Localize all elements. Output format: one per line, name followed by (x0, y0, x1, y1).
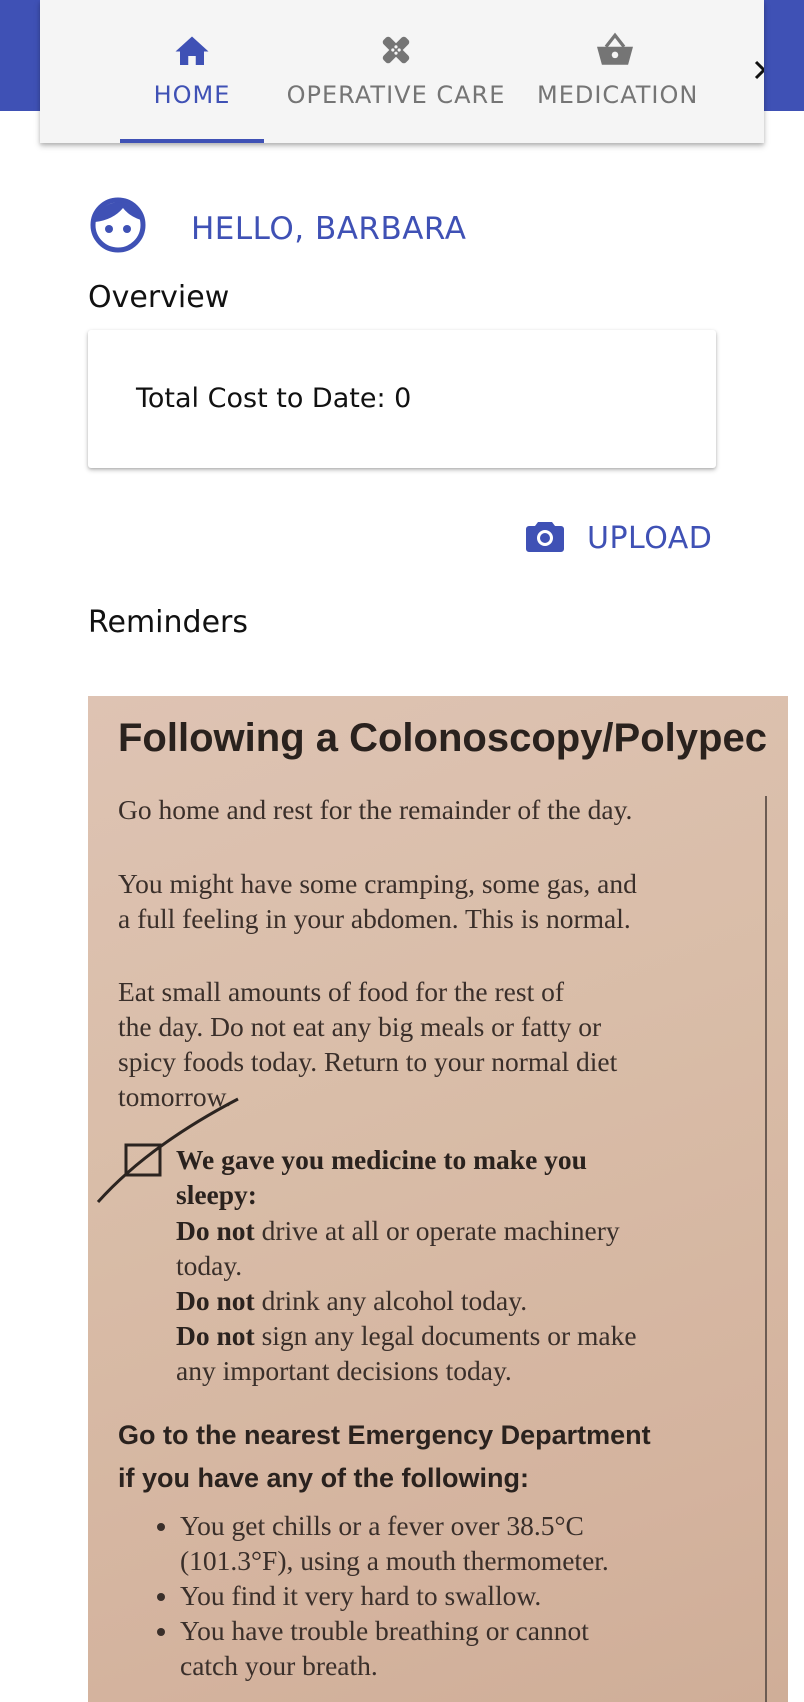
app-bar-right (764, 0, 804, 111)
list-item: You get chills or a fever over 38.5°C (180, 1508, 609, 1543)
photo-paragraph: Do not sign any legal documents or make (176, 1320, 637, 1351)
tab-bar: HOME OPERATIVE CARE MEDICATION (40, 0, 764, 143)
photo-heading: if you have any of the following: (118, 1463, 530, 1493)
camera-icon (525, 519, 565, 558)
handwritten-checkmark (96, 1097, 239, 1203)
photo-paragraph: Do not drink any alcohol today. (176, 1285, 528, 1316)
reminder-photo[interactable]: Following a Colonoscopy/Polypec Go home … (88, 696, 788, 1702)
photo-paragraph: sleepy: (176, 1179, 257, 1210)
upload-button[interactable]: UPLOAD (525, 516, 712, 560)
photo-paragraph: any important decisions today. (176, 1355, 512, 1386)
tab-operative-care-label: OPERATIVE CARE (286, 81, 506, 109)
bandage-icon (376, 30, 416, 70)
greeting-avatar (89, 196, 147, 259)
home-icon (172, 30, 212, 70)
face-icon (89, 196, 147, 259)
greeting-text: HELLO, BARBARA (191, 211, 467, 247)
tab-medication[interactable]: MEDICATION (537, 0, 728, 143)
reminders-title: Reminders (88, 605, 248, 640)
tab-scroll-next-button[interactable] (740, 52, 764, 92)
tab-home-label: HOME (153, 81, 231, 109)
upload-label: UPLOAD (587, 520, 713, 556)
chevron-right-icon (748, 58, 764, 87)
photo-bullet-list: You get chills or a fever over 38.5°C (1… (150, 1508, 609, 1683)
photo-paragraph: We gave you medicine to make you (176, 1144, 587, 1175)
total-cost-text: Total Cost to Date: 0 (136, 383, 412, 414)
list-item: You find it very hard to swallow. (180, 1578, 609, 1613)
list-item: (101.3°F), using a mouth thermometer. (180, 1545, 609, 1576)
tab-operative-care[interactable]: OPERATIVE CARE (285, 0, 507, 143)
list-item: You have trouble breathing or cannot (180, 1613, 609, 1648)
list-item: catch your breath. (180, 1650, 378, 1681)
photo-heading: Go to the nearest Emergency Department (118, 1420, 651, 1450)
basket-icon (595, 30, 635, 70)
photo-paragraph: today. (176, 1250, 243, 1281)
tab-medication-label: MEDICATION (537, 81, 699, 109)
tab-home[interactable]: HOME (120, 0, 264, 143)
photo-paragraph: Do not drive at all or operate machinery (176, 1215, 620, 1246)
overview-card: Total Cost to Date: 0 (88, 330, 716, 468)
tab-active-indicator (120, 139, 264, 143)
overview-title: Overview (88, 280, 230, 315)
app-bar-left (0, 0, 40, 111)
